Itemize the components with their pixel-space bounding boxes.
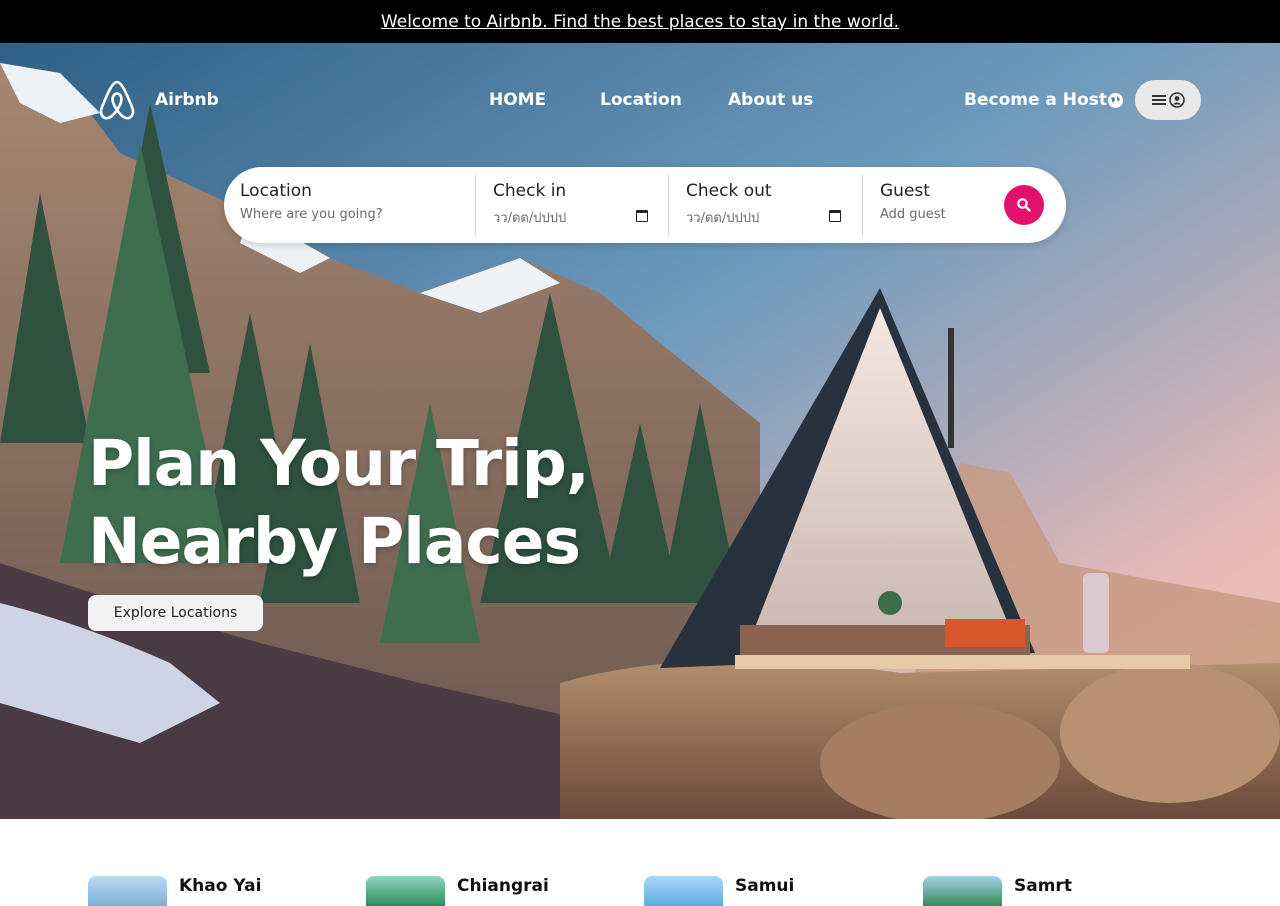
- headline-line-1: Plan Your Trip,: [88, 427, 590, 500]
- headline-line-2: Nearby Places: [88, 505, 581, 578]
- divider: [668, 175, 669, 235]
- check-in-label: Check in: [493, 181, 567, 201]
- announcement-bar: Welcome to Airbnb. Find the best places …: [0, 0, 1280, 43]
- user-avatar-icon: [1168, 92, 1185, 108]
- check-in-field[interactable]: Check in วว/ดด/ปปปป: [493, 181, 566, 228]
- explore-locations-button[interactable]: Explore Locations: [88, 595, 263, 631]
- place-thumbnail: [366, 876, 445, 906]
- place-name: Khao Yai: [179, 876, 262, 896]
- place-thumbnail: [88, 876, 167, 906]
- location-input[interactable]: Where are you going?: [240, 207, 383, 222]
- nav-location[interactable]: Location: [600, 90, 682, 110]
- place-name: Samrt: [1014, 876, 1072, 896]
- check-in-input[interactable]: วว/ดด/ปปปป: [493, 207, 566, 228]
- calendar-icon[interactable]: [636, 210, 648, 222]
- check-out-label: Check out: [686, 181, 772, 201]
- announcement-link[interactable]: Welcome to Airbnb. Find the best places …: [381, 12, 899, 32]
- place-name: Samui: [735, 876, 795, 896]
- hamburger-icon: [1151, 95, 1166, 105]
- nav-about-us[interactable]: About us: [728, 90, 813, 110]
- search-bar: Location Where are you going? Check in ว…: [224, 167, 1066, 243]
- place-name: Chiangrai: [457, 876, 549, 896]
- place-card[interactable]: Samrt: [923, 865, 1193, 906]
- nav-home[interactable]: HOME: [489, 90, 546, 110]
- places-row: Khao Yai Chiangrai Samui Samrt: [0, 865, 1280, 906]
- place-card[interactable]: Chiangrai: [366, 865, 636, 906]
- airbnb-logo-icon[interactable]: [97, 79, 137, 121]
- check-out-field[interactable]: Check out วว/ดด/ปปปป: [686, 181, 772, 228]
- guest-label: Guest: [880, 181, 930, 201]
- globe-icon[interactable]: [1107, 92, 1124, 109]
- guest-input[interactable]: Add guest: [880, 207, 946, 222]
- hero-headline: Plan Your Trip, Nearby Places: [88, 425, 590, 581]
- divider: [862, 175, 863, 235]
- check-out-input[interactable]: วว/ดด/ปปปป: [686, 207, 772, 228]
- user-menu-button[interactable]: [1135, 80, 1201, 120]
- location-label: Location: [240, 181, 312, 201]
- place-thumbnail: [923, 876, 1002, 906]
- search-button[interactable]: [1004, 185, 1044, 225]
- calendar-icon[interactable]: [829, 210, 841, 222]
- brand-name[interactable]: Airbnb: [155, 90, 219, 110]
- place-thumbnail: [644, 876, 723, 906]
- become-host-link[interactable]: Become a Host: [964, 90, 1107, 110]
- search-icon: [1017, 198, 1031, 212]
- place-card[interactable]: Samui: [644, 865, 914, 906]
- place-card[interactable]: Khao Yai: [88, 865, 358, 906]
- location-field[interactable]: Location Where are you going?: [240, 181, 383, 222]
- divider: [475, 175, 476, 235]
- guest-field[interactable]: Guest Add guest: [880, 181, 946, 222]
